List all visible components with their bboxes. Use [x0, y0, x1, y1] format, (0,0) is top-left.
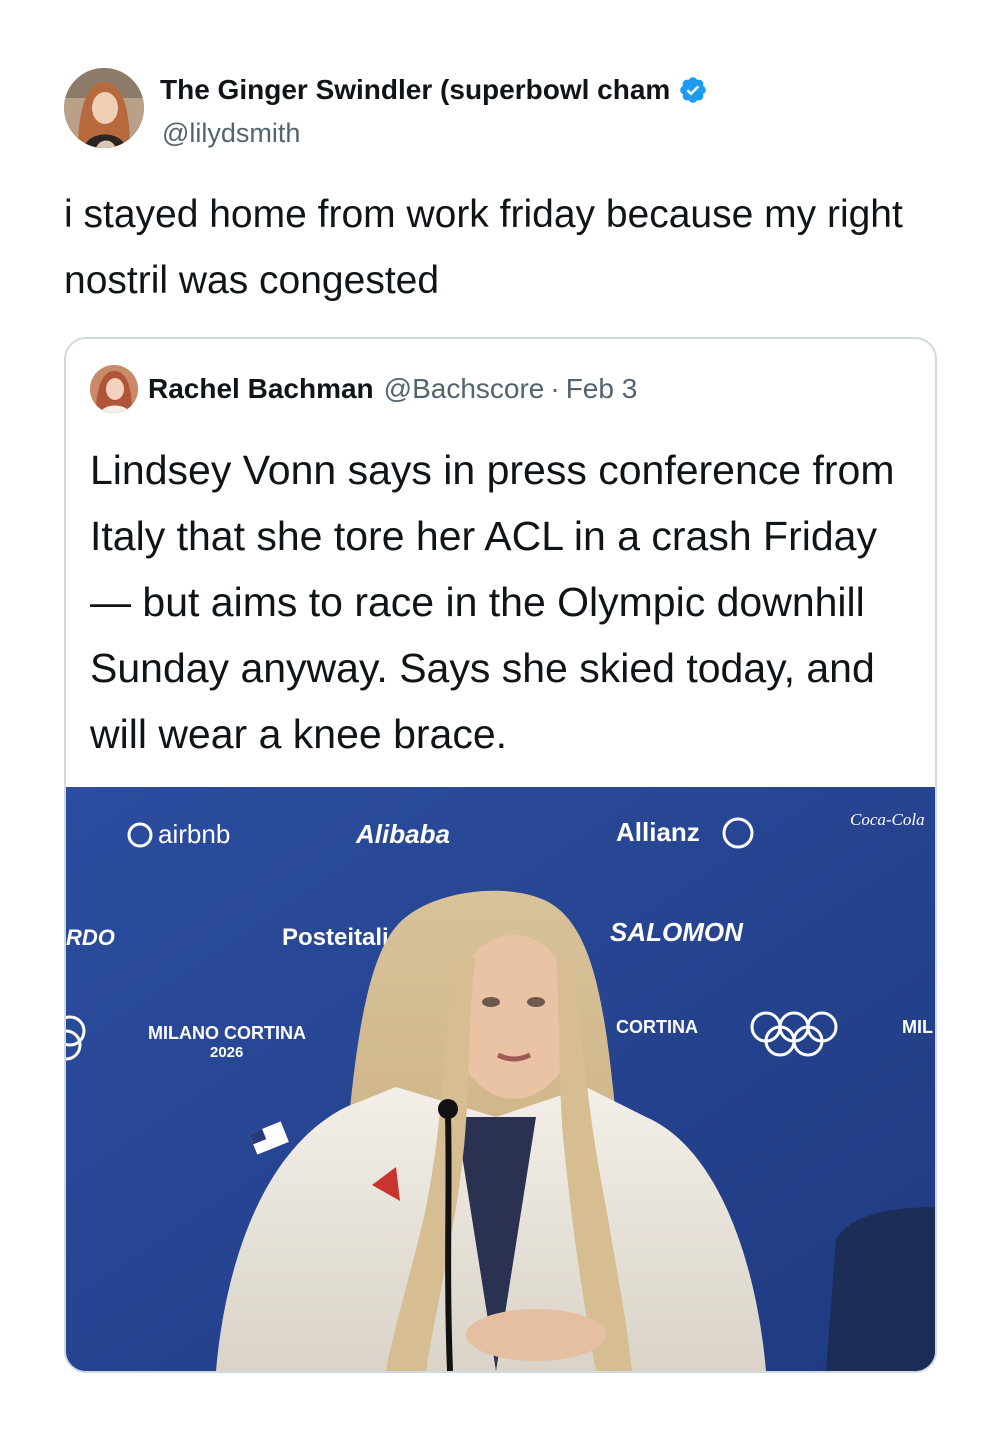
author-display-name[interactable]: The Ginger Swindler (superbowl cham — [160, 74, 670, 106]
games-logo-year: 2026 — [210, 1044, 243, 1061]
sponsor-cocacola: Coca-Cola — [850, 810, 925, 829]
tweet-text: i stayed home from work friday because m… — [64, 193, 903, 302]
sponsor-salomon: SALOMON — [610, 917, 744, 947]
quoted-meta: Rachel Bachman @Bachscore · Feb 3 — [148, 369, 637, 409]
quoted-text: Lindsey Vonn says in press conference fr… — [90, 447, 895, 757]
author-handle[interactable]: @lilydsmith — [162, 118, 300, 149]
author-avatar[interactable] — [64, 68, 144, 148]
sponsor-allianz: Allianz — [616, 817, 700, 847]
quoted-author-avatar[interactable] — [90, 365, 138, 413]
verified-badge-icon — [678, 75, 708, 105]
quoted-media-photo[interactable]: airbnb Alibaba Allianz Coca-Cola Posteit… — [66, 787, 935, 1371]
sponsor-rdo: RDO — [66, 925, 115, 950]
quoted-display-name[interactable]: Rachel Bachman — [148, 373, 374, 405]
sponsor-alibaba: Alibaba — [355, 819, 450, 849]
author-name-row: The Ginger Swindler (superbowl cham — [160, 72, 800, 108]
games-logo-text: MILANO CORTINA — [148, 1023, 306, 1043]
meta-separator: · — [550, 373, 560, 404]
quoted-date[interactable]: Feb 3 — [566, 373, 638, 405]
quoted-handle[interactable]: @Bachscore — [384, 373, 545, 405]
games-logo-text-3: MIL — [902, 1017, 933, 1037]
sponsor-airbnb: airbnb — [158, 819, 230, 849]
games-logo-text-2: CORTINA — [616, 1017, 698, 1037]
quoted-tweet[interactable]: Rachel Bachman @Bachscore · Feb 3 Lindse… — [64, 337, 937, 1373]
tweet: The Ginger Swindler (superbowl cham @lil… — [0, 0, 1000, 1436]
